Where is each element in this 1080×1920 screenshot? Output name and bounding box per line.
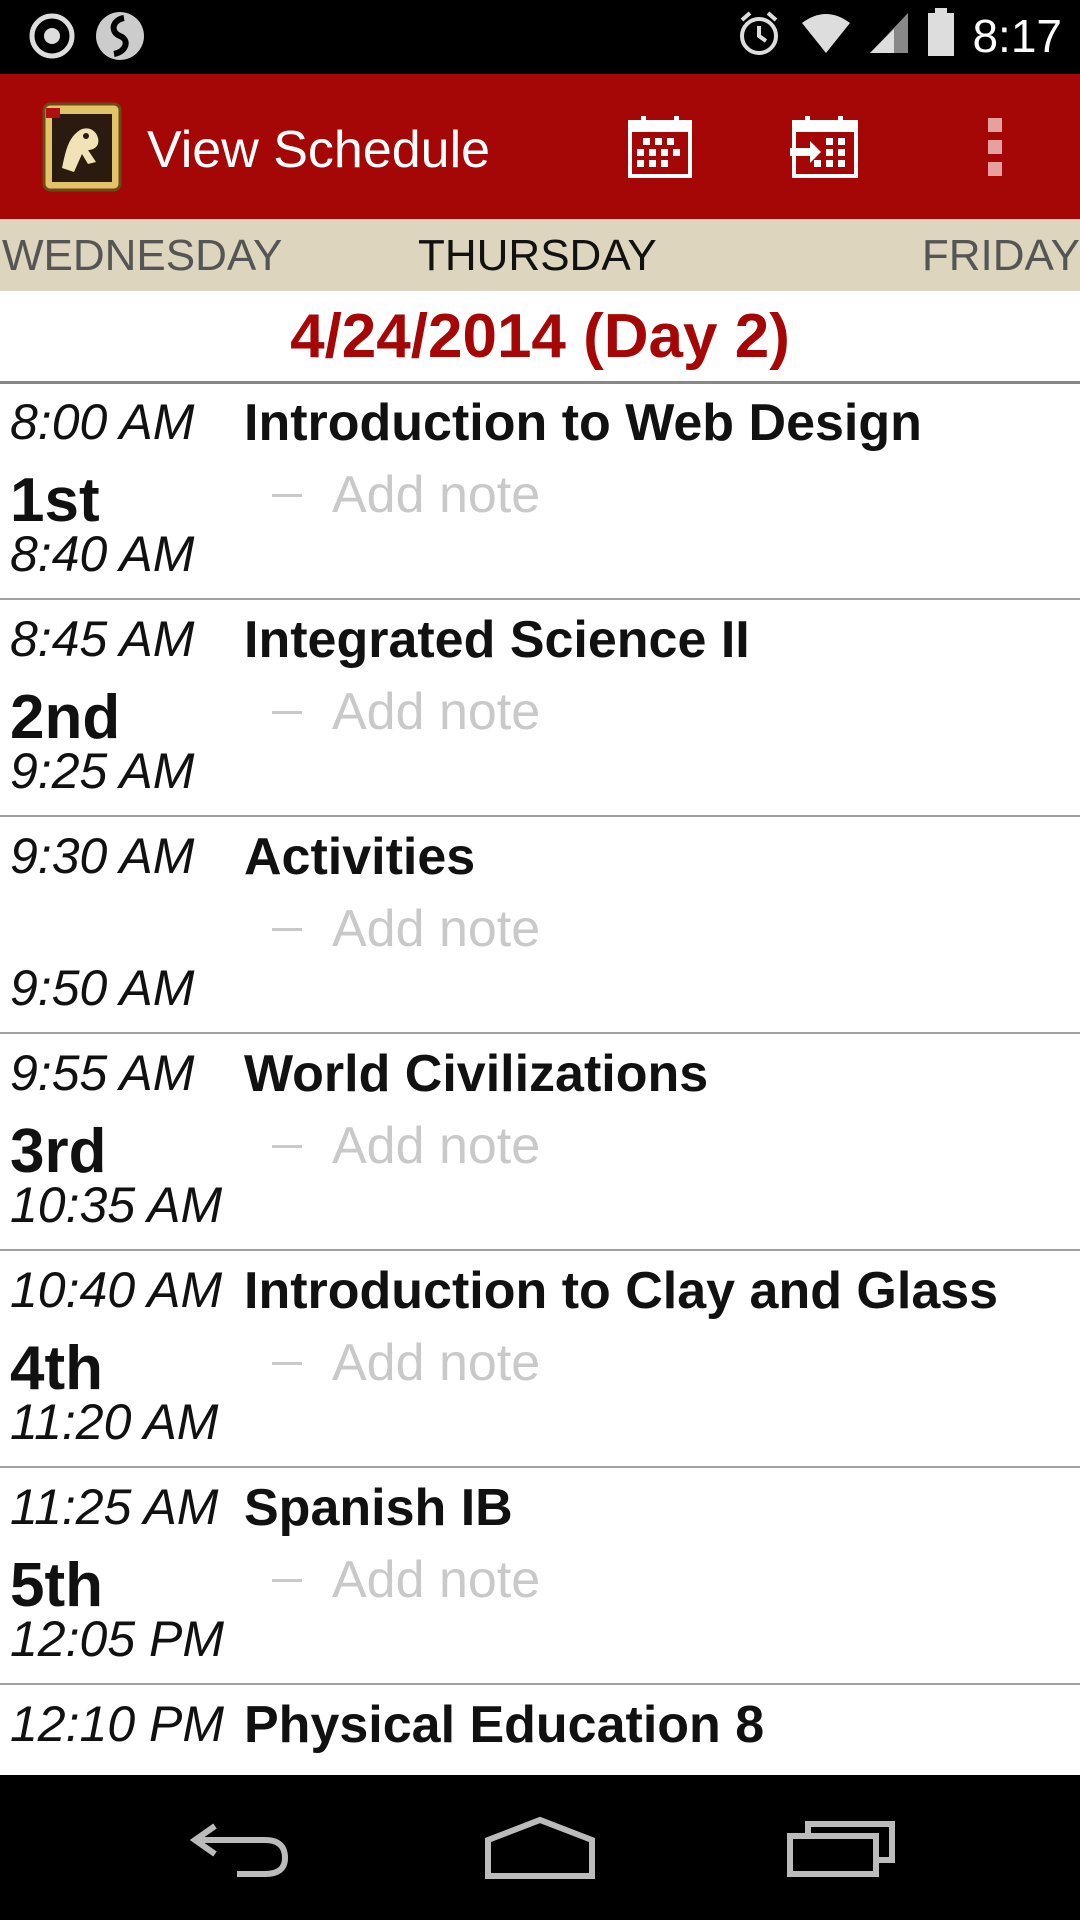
end-time: 9:25 AM [10,743,195,799]
schedule-list: 8:00 AM 1st 8:40 AM Introduction to Web … [0,383,1080,1785]
alarm-icon [734,8,784,63]
schedule-row[interactable]: 12:10 PM Physical Education 8 [0,1685,1080,1785]
dash-icon [272,710,302,714]
add-note-label: Add note [332,1334,541,1392]
home-icon [480,1816,600,1885]
signal-icon [868,11,910,60]
recent-apps-button[interactable] [770,1805,910,1895]
day-selector: WEDNESDAY THURSDAY FRIDAY [0,219,1080,291]
add-note-label: Add note [332,900,541,958]
more-vertical-icon [984,114,1008,185]
day-tab-prev[interactable]: WEDNESDAY [2,231,282,281]
end-time: 12:05 PM [10,1611,225,1667]
page-title: View Schedule [147,121,491,179]
dash-icon [272,1144,302,1148]
add-note-label: Add note [332,683,541,741]
add-note-button[interactable]: Add note [272,1550,540,1610]
dash-icon [272,927,302,931]
start-time: 8:45 AM [10,611,195,667]
calendar-button[interactable] [624,114,696,184]
end-time: 9:50 AM [10,960,195,1016]
home-button[interactable] [470,1805,610,1895]
end-time: 8:40 AM [10,526,195,582]
course-name: Activities [244,828,476,886]
back-icon [185,1818,295,1883]
status-bar: 8:17 [0,0,1080,74]
course-name: Introduction to Clay and Glass [244,1262,999,1320]
date-heading: 4/24/2014 (Day 2) [0,291,1080,384]
status-time: 8:17 [972,9,1062,62]
schedule-row[interactable]: 8:00 AM 1st 8:40 AM Introduction to Web … [0,383,1080,600]
end-time: 11:20 AM [10,1394,219,1450]
action-bar: View Schedule [0,74,1080,219]
recent-apps-icon [784,1818,896,1883]
add-note-label: Add note [332,1551,541,1609]
schedule-row[interactable]: 11:25 AM 5th 12:05 PM Spanish IB Add not… [0,1468,1080,1685]
schedule-row[interactable]: 8:45 AM 2nd 9:25 AM Integrated Science I… [0,600,1080,817]
course-name: Integrated Science II [244,611,750,669]
add-note-button[interactable]: Add note [272,899,540,959]
navigation-bar [0,1775,1080,1920]
dash-icon [272,1578,302,1582]
add-note-button[interactable]: Add note [272,682,540,742]
start-time: 9:55 AM [10,1045,195,1101]
day-tab-current[interactable]: THURSDAY [418,231,657,281]
schedule-row[interactable]: 9:30 AM 9:50 AM Activities Add note [0,817,1080,1034]
add-note-button[interactable]: Add note [272,1333,540,1393]
end-time: 10:35 AM [10,1177,223,1233]
schedule-row[interactable]: 9:55 AM 3rd 10:35 AM World Civilizations… [0,1034,1080,1251]
start-time: 8:00 AM [10,394,195,450]
course-name: World Civilizations [244,1045,709,1103]
add-note-button[interactable]: Add note [272,1116,540,1176]
schedule-row[interactable]: 10:40 AM 4th 11:20 AM Introduction to Cl… [0,1251,1080,1468]
calendar-icon [627,114,693,185]
overflow-menu-button[interactable] [960,114,1032,184]
course-name: Spanish IB [244,1479,513,1537]
back-button[interactable] [170,1805,310,1895]
course-name: Introduction to Web Design [244,394,922,452]
calendar-jump-icon [788,114,860,185]
app-logo-icon[interactable] [42,102,122,192]
dash-icon [272,1361,302,1365]
start-time: 12:10 PM [10,1696,225,1752]
start-time: 10:40 AM [10,1262,223,1318]
record-icon [28,12,76,65]
go-to-today-button[interactable] [788,114,860,184]
start-time: 11:25 AM [10,1479,219,1535]
wifi-icon [800,11,852,60]
add-note-label: Add note [332,466,541,524]
add-note-button[interactable]: Add note [272,465,540,525]
course-name: Physical Education 8 [244,1696,765,1754]
day-tab-next[interactable]: FRIDAY [922,231,1080,281]
sync-icon [94,10,146,67]
battery-icon [926,8,956,63]
add-note-label: Add note [332,1117,541,1175]
dash-icon [272,493,302,497]
start-time: 9:30 AM [10,828,195,884]
